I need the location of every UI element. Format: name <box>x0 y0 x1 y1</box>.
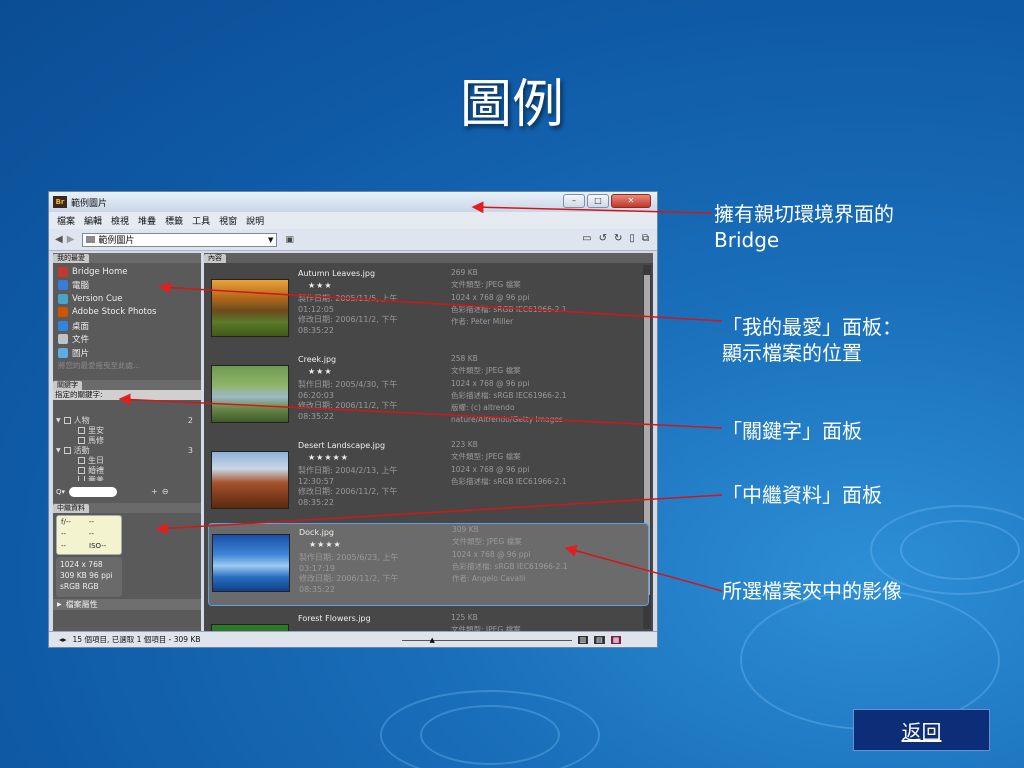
annotation-keywords: 「關鍵字」面板 <box>722 419 862 443</box>
arrow-bridge <box>471 201 713 214</box>
annotation-arrows <box>118 201 723 592</box>
back-button[interactable]: 返回 <box>853 709 990 751</box>
arrow-favorites <box>158 281 723 322</box>
arrow-images <box>564 545 723 592</box>
arrow-keywords <box>118 393 723 429</box>
annotation-images: 所選檔案夾中的影像 <box>722 579 902 603</box>
annotation-bridge: 擁有親切環境界面的 Bridge <box>714 202 894 252</box>
arrow-metadata <box>155 494 723 535</box>
annotation-metadata: 「中繼資料」面板 <box>722 483 882 507</box>
annotation-favorites: 「我的最愛」面板： 顯示檔案的位置 <box>722 315 902 365</box>
back-button-label: 返回 <box>901 719 942 744</box>
